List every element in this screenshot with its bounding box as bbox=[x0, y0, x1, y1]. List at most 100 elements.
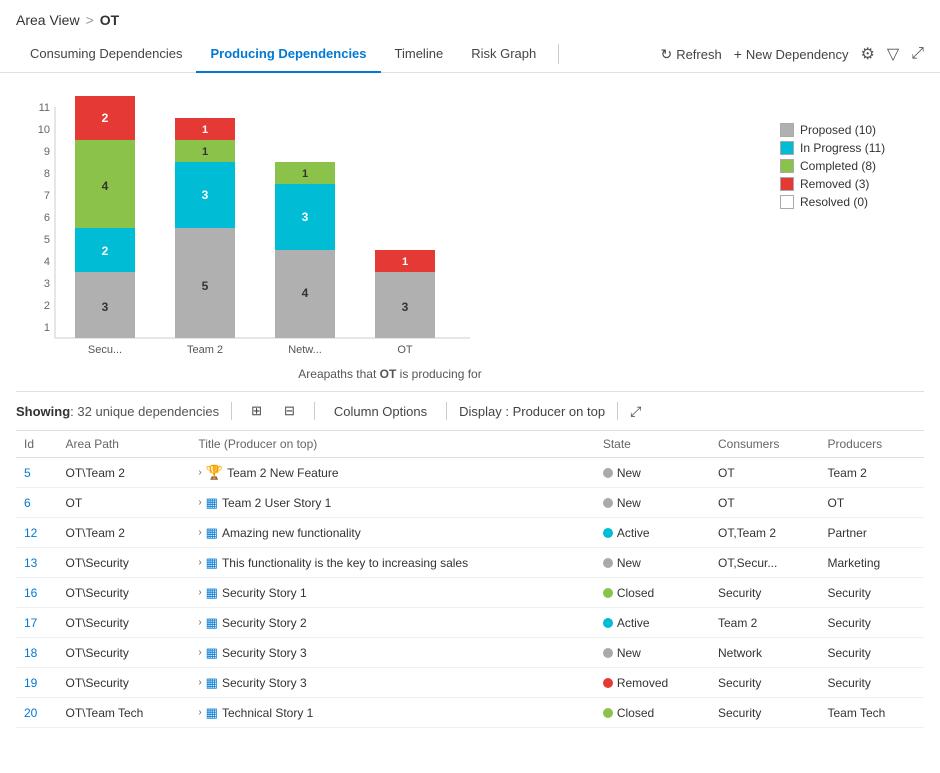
title-cell: ›▦Security Story 3 bbox=[198, 674, 587, 691]
chart-section: 11 10 9 8 7 6 5 4 3 2 1 3 2 bbox=[0, 73, 940, 391]
chart-legend: Proposed (10) In Progress (11) Completed… bbox=[760, 93, 920, 213]
expand-row-arrow[interactable]: › bbox=[198, 617, 201, 628]
cell-area-path: OT\Team 2 bbox=[58, 458, 191, 488]
col-id: Id bbox=[16, 431, 58, 458]
table-row: 17OT\Security›▦Security Story 2ActiveTea… bbox=[16, 608, 924, 638]
table-row: 20OT\Team Tech›▦Technical Story 1ClosedS… bbox=[16, 698, 924, 728]
status-dot bbox=[603, 498, 613, 508]
cell-consumers: Security bbox=[710, 698, 820, 728]
cell-consumers: OT bbox=[710, 458, 820, 488]
table-row: 6OT›▦Team 2 User Story 1NewOTOT bbox=[16, 488, 924, 518]
cell-state: New bbox=[595, 458, 710, 488]
cell-title: ›▦Security Story 3 bbox=[190, 638, 595, 668]
expand-rows-button[interactable]: ⊞ bbox=[244, 400, 269, 422]
expand-row-arrow[interactable]: › bbox=[198, 467, 201, 478]
svg-text:4: 4 bbox=[102, 179, 109, 193]
completed-color bbox=[780, 159, 794, 173]
state-text: Active bbox=[617, 616, 650, 630]
legend-completed-label: Completed (8) bbox=[800, 159, 876, 173]
id-link[interactable]: 12 bbox=[24, 526, 37, 540]
nav-actions: ↻ Refresh + New Dependency ⚙ ▽ ⤢ bbox=[660, 44, 924, 64]
title-icon: ▦ bbox=[206, 494, 218, 511]
svg-text:2: 2 bbox=[102, 111, 109, 125]
expand-row-arrow[interactable]: › bbox=[198, 707, 201, 718]
state-text: New bbox=[617, 496, 641, 510]
state-text: New bbox=[617, 556, 641, 570]
filter-icon[interactable]: ▽ bbox=[887, 44, 899, 64]
id-link[interactable]: 17 bbox=[24, 616, 37, 630]
id-link[interactable]: 6 bbox=[24, 496, 31, 510]
cell-producers: Security bbox=[819, 668, 924, 698]
table-row: 13OT\Security›▦This functionality is the… bbox=[16, 548, 924, 578]
cell-id: 16 bbox=[16, 578, 58, 608]
title-icon: ▦ bbox=[206, 704, 218, 721]
svg-text:5: 5 bbox=[202, 279, 209, 293]
svg-text:9: 9 bbox=[44, 146, 50, 158]
column-options-button[interactable]: Column Options bbox=[327, 401, 434, 422]
cell-area-path: OT\Team Tech bbox=[58, 698, 191, 728]
resolved-color bbox=[780, 195, 794, 209]
table-row: 19OT\Security›▦Security Story 3RemovedSe… bbox=[16, 668, 924, 698]
expand-row-arrow[interactable]: › bbox=[198, 587, 201, 598]
expand-row-arrow[interactable]: › bbox=[198, 527, 201, 538]
settings-icon[interactable]: ⚙ bbox=[861, 44, 875, 64]
title-cell: ›▦Security Story 3 bbox=[198, 644, 587, 661]
title-icon: ▦ bbox=[206, 584, 218, 601]
table-section: Showing: 32 unique dependencies ⊞ ⊟ Colu… bbox=[0, 391, 940, 728]
title-text: Amazing new functionality bbox=[222, 526, 361, 540]
chart-title-suffix: is producing for bbox=[396, 367, 481, 381]
tab-timeline[interactable]: Timeline bbox=[381, 36, 458, 73]
title-cell: ›▦Security Story 2 bbox=[198, 614, 587, 631]
refresh-button[interactable]: ↻ Refresh bbox=[660, 46, 721, 63]
tab-consuming[interactable]: Consuming Dependencies bbox=[16, 36, 196, 73]
expand-row-arrow[interactable]: › bbox=[198, 557, 201, 568]
title-icon: ▦ bbox=[206, 674, 218, 691]
id-link[interactable]: 18 bbox=[24, 646, 37, 660]
svg-text:1: 1 bbox=[402, 256, 408, 268]
svg-text:1: 1 bbox=[44, 322, 50, 334]
tab-risk-graph[interactable]: Risk Graph bbox=[457, 36, 550, 73]
svg-text:4: 4 bbox=[44, 256, 50, 268]
svg-text:Team 2: Team 2 bbox=[187, 344, 223, 356]
col-producers: Producers bbox=[819, 431, 924, 458]
id-link[interactable]: 5 bbox=[24, 466, 31, 480]
toolbar-divider-4 bbox=[617, 402, 618, 420]
expand-row-arrow[interactable]: › bbox=[198, 497, 201, 508]
expand-icon[interactable]: ⤢ bbox=[911, 45, 924, 63]
cell-consumers: Security bbox=[710, 578, 820, 608]
svg-text:2: 2 bbox=[102, 244, 109, 258]
breadcrumb-parent[interactable]: Area View bbox=[16, 12, 80, 28]
id-link[interactable]: 20 bbox=[24, 706, 37, 720]
id-link[interactable]: 13 bbox=[24, 556, 37, 570]
chart-title-prefix: Areapaths that bbox=[298, 367, 379, 381]
cell-producers: OT bbox=[819, 488, 924, 518]
cell-state: Closed bbox=[595, 578, 710, 608]
chart-title: Areapaths that OT is producing for bbox=[20, 367, 760, 381]
chart-container: 11 10 9 8 7 6 5 4 3 2 1 3 2 bbox=[20, 93, 760, 381]
tab-producing[interactable]: Producing Dependencies bbox=[196, 36, 380, 73]
new-dependency-button[interactable]: + New Dependency bbox=[734, 46, 849, 62]
id-link[interactable]: 19 bbox=[24, 676, 37, 690]
id-link[interactable]: 16 bbox=[24, 586, 37, 600]
cell-state: New bbox=[595, 548, 710, 578]
cell-id: 5 bbox=[16, 458, 58, 488]
collapse-rows-button[interactable]: ⊟ bbox=[277, 400, 302, 422]
legend-in-progress-label: In Progress (11) bbox=[800, 141, 885, 155]
fullscreen-icon[interactable]: ⤢ bbox=[630, 403, 641, 420]
cell-area-path: OT\Security bbox=[58, 608, 191, 638]
cell-area-path: OT\Security bbox=[58, 638, 191, 668]
cell-id: 12 bbox=[16, 518, 58, 548]
legend-resolved: Resolved (0) bbox=[780, 195, 920, 209]
status-dot bbox=[603, 618, 613, 628]
title-text: Team 2 User Story 1 bbox=[222, 496, 331, 510]
cell-producers: Team 2 bbox=[819, 458, 924, 488]
svg-text:Netw...: Netw... bbox=[288, 344, 322, 356]
cell-state: Active bbox=[595, 608, 710, 638]
expand-row-arrow[interactable]: › bbox=[198, 677, 201, 688]
title-cell: ›▦Amazing new functionality bbox=[198, 524, 587, 541]
cell-id: 6 bbox=[16, 488, 58, 518]
legend-removed-label: Removed (3) bbox=[800, 177, 869, 191]
refresh-icon: ↻ bbox=[660, 46, 672, 63]
expand-row-arrow[interactable]: › bbox=[198, 647, 201, 658]
status-dot bbox=[603, 528, 613, 538]
